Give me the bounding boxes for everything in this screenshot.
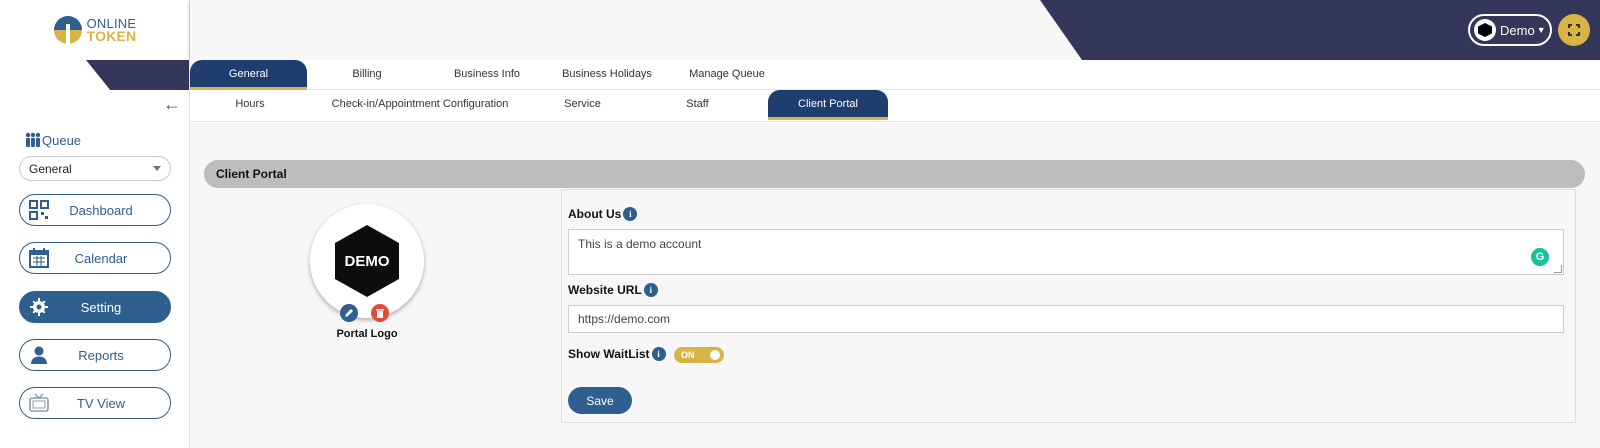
- portal-logo-label: Portal Logo: [336, 328, 398, 340]
- about-us-textarea[interactable]: This is a demo account G: [568, 229, 1564, 275]
- sidebar-item-setting[interactable]: Setting: [19, 291, 171, 323]
- client-portal-form: About Us i This is a demo account G Webs…: [561, 189, 1576, 423]
- chevron-down-icon: [153, 166, 161, 171]
- gear-icon: [28, 296, 50, 318]
- sidebar-item-tv-view[interactable]: TV View: [19, 387, 171, 419]
- demo-logo-image: DEMO: [335, 225, 399, 297]
- pencil-icon: [345, 309, 353, 317]
- demo-logo-text: DEMO: [344, 252, 390, 270]
- top-bar: Demo ▼: [190, 0, 1600, 60]
- show-waitlist-label: Show WaitList i: [568, 347, 666, 361]
- info-icon[interactable]: i: [623, 207, 638, 221]
- tab-general[interactable]: General: [190, 60, 307, 90]
- brand-logo[interactable]: ONLINE TOKEN: [0, 0, 190, 60]
- calendar-icon: [28, 247, 50, 269]
- app-root: ONLINE TOKEN Demo ▼ General Billing Busi…: [0, 0, 1600, 448]
- brand-name: ONLINE TOKEN: [87, 17, 137, 43]
- sidebar-item-label: TV View: [76, 395, 126, 411]
- people-icon: [25, 132, 41, 147]
- tab-checkin-appointment[interactable]: Check-in/Appointment Configuration: [315, 90, 525, 118]
- about-us-label: About Us i: [568, 207, 638, 221]
- save-button[interactable]: Save: [568, 387, 632, 414]
- sidebar-item-calendar[interactable]: Calendar: [19, 242, 171, 274]
- website-url-input[interactable]: https://demo.com: [568, 305, 1564, 333]
- sidebar-item-reports[interactable]: Reports: [19, 339, 171, 371]
- account-avatar: [1474, 19, 1496, 41]
- tab-client-portal[interactable]: Client Portal: [768, 90, 888, 120]
- edit-logo-button[interactable]: [340, 304, 358, 322]
- queue-select[interactable]: General: [19, 156, 171, 181]
- main-content: Client Portal DEMO Portal Logo About Us …: [190, 123, 1600, 448]
- trash-icon: [376, 309, 384, 318]
- fullscreen-icon: [1568, 24, 1580, 36]
- queue-label: Queue: [24, 132, 81, 148]
- account-menu-button[interactable]: Demo ▼: [1468, 14, 1552, 46]
- website-url-value: https://demo.com: [578, 312, 671, 326]
- brand-line2: TOKEN: [86, 28, 137, 44]
- account-label: Demo: [1500, 22, 1535, 38]
- queue-select-value: General: [29, 161, 72, 176]
- qr-code-icon: [28, 199, 50, 221]
- tab-hours[interactable]: Hours: [190, 90, 310, 118]
- tab-staff[interactable]: Staff: [645, 90, 750, 118]
- about-us-value: This is a demo account: [578, 237, 702, 251]
- sidebar-item-label: Calendar: [74, 250, 128, 266]
- website-url-label-text: Website URL: [568, 283, 642, 297]
- info-icon[interactable]: i: [643, 283, 658, 297]
- grammarly-icon[interactable]: G: [1531, 248, 1549, 266]
- sidebar-item-label: Setting: [80, 299, 122, 315]
- section-title: Client Portal: [204, 160, 1585, 188]
- tab-business-holidays[interactable]: Business Holidays: [550, 60, 664, 88]
- tab-manage-queue[interactable]: Manage Queue: [670, 60, 784, 88]
- fullscreen-button[interactable]: [1558, 14, 1590, 46]
- primary-tabs: General Billing Business Info Business H…: [190, 60, 1600, 90]
- tab-billing[interactable]: Billing: [310, 60, 424, 88]
- online-token-logo-icon: [53, 16, 82, 44]
- show-waitlist-label-text: Show WaitList: [568, 347, 650, 361]
- resize-handle[interactable]: [1554, 265, 1562, 273]
- info-icon[interactable]: i: [651, 347, 666, 361]
- show-waitlist-toggle[interactable]: ON: [674, 347, 724, 363]
- sidebar-header-strip: [0, 60, 190, 90]
- secondary-tabs: Hours Check-in/Appointment Configuration…: [190, 90, 1600, 122]
- portal-logo-preview: DEMO: [310, 204, 424, 318]
- tab-service[interactable]: Service: [530, 90, 635, 118]
- tv-icon: [28, 392, 50, 414]
- toggle-state: ON: [681, 350, 695, 360]
- arrow-left-icon[interactable]: ←: [163, 94, 181, 115]
- delete-logo-button[interactable]: [371, 304, 389, 322]
- caret-down-icon: ▼: [1536, 25, 1546, 35]
- tab-business-info[interactable]: Business Info: [430, 60, 544, 88]
- sidebar-item-label: Dashboard: [69, 202, 133, 218]
- queue-label-text: Queue: [42, 132, 82, 148]
- website-url-label: Website URL i: [568, 283, 658, 297]
- sidebar-item-dashboard[interactable]: Dashboard: [19, 194, 171, 226]
- sidebar: ← Queue General Dashboard Calendar Setti…: [0, 90, 190, 448]
- toggle-knob: [710, 350, 720, 360]
- user-icon: [28, 344, 50, 366]
- sidebar-item-label: Reports: [78, 347, 124, 363]
- about-us-label-text: About Us: [568, 207, 622, 221]
